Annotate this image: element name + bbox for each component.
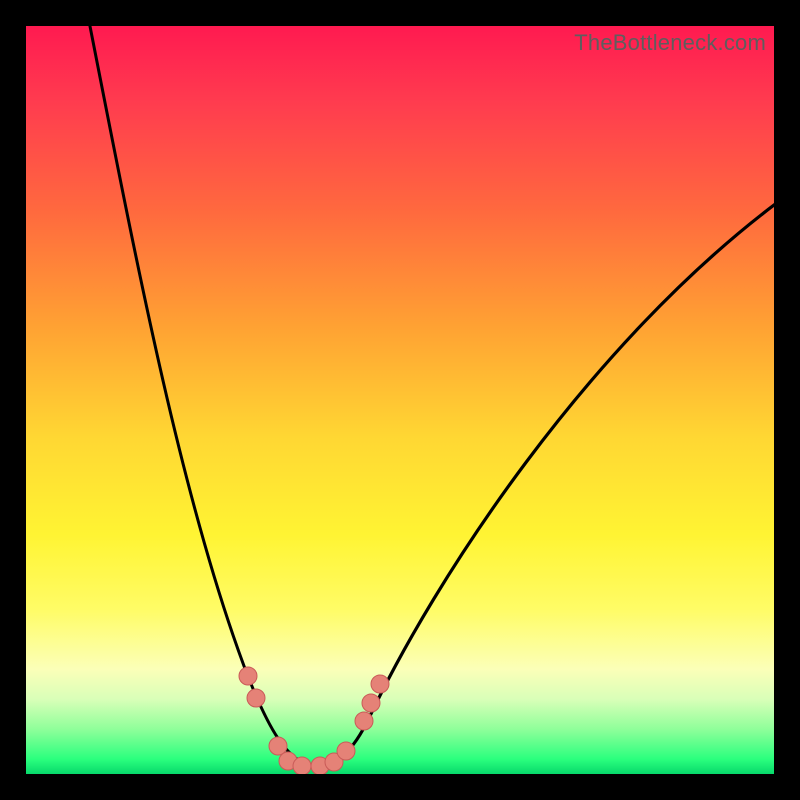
data-bead bbox=[362, 694, 380, 712]
gradient-plot-area: TheBottleneck.com bbox=[26, 26, 774, 774]
watermark-text: TheBottleneck.com bbox=[574, 30, 766, 56]
data-bead bbox=[293, 757, 311, 774]
data-bead bbox=[371, 675, 389, 693]
data-bead bbox=[355, 712, 373, 730]
data-bead bbox=[337, 742, 355, 760]
data-bead bbox=[247, 689, 265, 707]
data-bead bbox=[239, 667, 257, 685]
beads-layer bbox=[26, 26, 774, 774]
